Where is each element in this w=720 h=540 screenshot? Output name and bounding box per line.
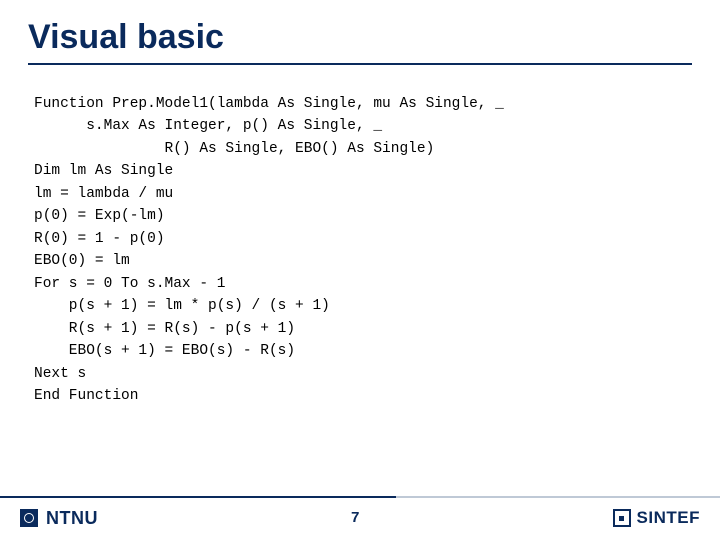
page-number: 7 bbox=[351, 510, 360, 527]
footer: NTNU 7 SINTEF bbox=[0, 496, 720, 540]
sintef-logo-text: SINTEF bbox=[637, 508, 700, 528]
page-title: Visual basic bbox=[28, 18, 692, 57]
ntnu-icon bbox=[20, 509, 38, 527]
sintef-logo: SINTEF bbox=[613, 508, 700, 528]
code-block: Function Prep.Model1(lambda As Single, m… bbox=[34, 93, 686, 408]
title-bar: Visual basic bbox=[28, 18, 692, 65]
ntnu-logo: NTNU bbox=[20, 508, 98, 529]
ntnu-logo-text: NTNU bbox=[46, 508, 98, 529]
slide: Visual basic Function Prep.Model1(lambda… bbox=[0, 0, 720, 540]
sintef-icon bbox=[613, 509, 631, 527]
